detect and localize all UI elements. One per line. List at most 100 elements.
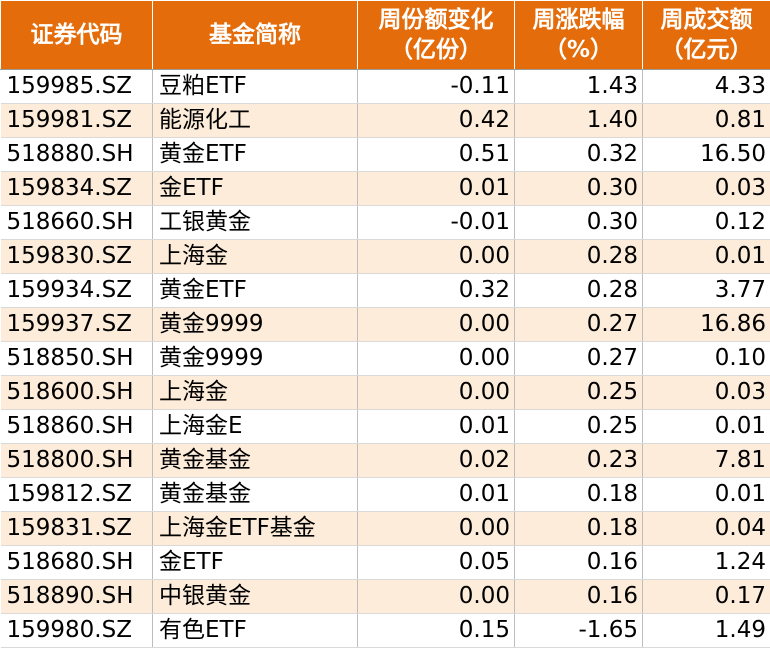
- cell-weekly-change: 0.30: [515, 206, 643, 240]
- cell-share-change: 0.01: [358, 172, 515, 206]
- table-row: 518660.SH工银黄金-0.010.300.12: [1, 206, 770, 240]
- cell-turnover: 3.77: [643, 274, 770, 308]
- cell-share-change: 0.02: [358, 444, 515, 478]
- cell-turnover: 16.86: [643, 308, 770, 342]
- cell-name: 豆粕ETF: [153, 70, 358, 104]
- cell-share-change: 0.00: [358, 308, 515, 342]
- cell-turnover: 0.03: [643, 376, 770, 410]
- cell-code: 159980.SZ: [1, 614, 153, 648]
- cell-share-change: 0.00: [358, 342, 515, 376]
- cell-share-change: -0.11: [358, 70, 515, 104]
- header-turnover: 周成交额 （亿元）: [643, 1, 770, 70]
- table-row: 518890.SH中银黄金0.000.160.17: [1, 580, 770, 614]
- cell-share-change: 0.32: [358, 274, 515, 308]
- cell-name: 上海金ETF基金: [153, 512, 358, 546]
- header-turnover-line2: （亿元）: [643, 35, 770, 65]
- table-row: 159981.SZ能源化工0.421.400.81: [1, 104, 770, 138]
- cell-name: 工银黄金: [153, 206, 358, 240]
- header-share-change-line2: （亿份）: [358, 35, 514, 65]
- cell-weekly-change: 1.43: [515, 70, 643, 104]
- header-row: 证券代码 基金简称 周份额变化 （亿份） 周涨跌幅 （%） 周成交额 （亿元）: [1, 1, 770, 70]
- cell-weekly-change: 0.25: [515, 410, 643, 444]
- cell-code: 159834.SZ: [1, 172, 153, 206]
- cell-weekly-change: 0.23: [515, 444, 643, 478]
- cell-code: 518680.SH: [1, 546, 153, 580]
- header-weekly-change-line2: （%）: [515, 35, 642, 65]
- cell-code: 159937.SZ: [1, 308, 153, 342]
- header-name: 基金简称: [153, 1, 358, 70]
- header-code: 证券代码: [1, 1, 153, 70]
- header-share-change-line1: 周份额变化: [358, 5, 514, 35]
- cell-name: 黄金9999: [153, 342, 358, 376]
- cell-name: 能源化工: [153, 104, 358, 138]
- cell-name: 黄金9999: [153, 308, 358, 342]
- cell-code: 518860.SH: [1, 410, 153, 444]
- cell-turnover: 1.24: [643, 546, 770, 580]
- cell-code: 518660.SH: [1, 206, 153, 240]
- cell-name: 黄金基金: [153, 444, 358, 478]
- header-weekly-change: 周涨跌幅 （%）: [515, 1, 643, 70]
- header-turnover-line1: 周成交额: [643, 5, 770, 35]
- cell-turnover: 0.12: [643, 206, 770, 240]
- cell-weekly-change: 0.27: [515, 308, 643, 342]
- cell-share-change: 0.05: [358, 546, 515, 580]
- cell-share-change: -0.01: [358, 206, 515, 240]
- cell-turnover: 16.50: [643, 138, 770, 172]
- table-row: 518600.SH上海金0.000.250.03: [1, 376, 770, 410]
- cell-share-change: 0.01: [358, 478, 515, 512]
- table-row: 518680.SH金ETF0.050.161.24: [1, 546, 770, 580]
- cell-turnover: 1.49: [643, 614, 770, 648]
- fund-table: 证券代码 基金简称 周份额变化 （亿份） 周涨跌幅 （%） 周成交额 （亿元） …: [0, 0, 770, 648]
- table-row: 159830.SZ上海金0.000.280.01: [1, 240, 770, 274]
- cell-turnover: 0.17: [643, 580, 770, 614]
- cell-code: 159830.SZ: [1, 240, 153, 274]
- cell-share-change: 0.00: [358, 512, 515, 546]
- table-row: 518880.SH黄金ETF0.510.3216.50: [1, 138, 770, 172]
- cell-share-change: 0.00: [358, 580, 515, 614]
- cell-weekly-change: 0.18: [515, 512, 643, 546]
- table-row: 518860.SH上海金E0.010.250.01: [1, 410, 770, 444]
- cell-weekly-change: 0.27: [515, 342, 643, 376]
- header-share-change: 周份额变化 （亿份）: [358, 1, 515, 70]
- cell-name: 黄金ETF: [153, 274, 358, 308]
- table-row: 159980.SZ有色ETF0.15-1.651.49: [1, 614, 770, 648]
- cell-name: 黄金基金: [153, 478, 358, 512]
- header-weekly-change-line1: 周涨跌幅: [515, 5, 642, 35]
- cell-share-change: 0.00: [358, 376, 515, 410]
- cell-turnover: 0.01: [643, 240, 770, 274]
- cell-code: 159831.SZ: [1, 512, 153, 546]
- cell-code: 518800.SH: [1, 444, 153, 478]
- cell-share-change: 0.00: [358, 240, 515, 274]
- table-body: 159985.SZ豆粕ETF-0.111.434.33159981.SZ能源化工…: [1, 70, 770, 648]
- cell-share-change: 0.15: [358, 614, 515, 648]
- cell-name: 黄金ETF: [153, 138, 358, 172]
- cell-name: 上海金: [153, 376, 358, 410]
- table-row: 159985.SZ豆粕ETF-0.111.434.33: [1, 70, 770, 104]
- cell-turnover: 0.03: [643, 172, 770, 206]
- header-name-label: 基金简称: [209, 22, 301, 48]
- cell-code: 159934.SZ: [1, 274, 153, 308]
- cell-turnover: 0.81: [643, 104, 770, 138]
- cell-weekly-change: 0.32: [515, 138, 643, 172]
- cell-code: 518850.SH: [1, 342, 153, 376]
- cell-share-change: 0.51: [358, 138, 515, 172]
- cell-turnover: 7.81: [643, 444, 770, 478]
- cell-name: 金ETF: [153, 172, 358, 206]
- cell-code: 518880.SH: [1, 138, 153, 172]
- cell-code: 159812.SZ: [1, 478, 153, 512]
- table-row: 518800.SH黄金基金0.020.237.81: [1, 444, 770, 478]
- cell-name: 金ETF: [153, 546, 358, 580]
- cell-code: 518600.SH: [1, 376, 153, 410]
- table-header: 证券代码 基金简称 周份额变化 （亿份） 周涨跌幅 （%） 周成交额 （亿元）: [1, 1, 770, 70]
- cell-code: 518890.SH: [1, 580, 153, 614]
- cell-turnover: 0.01: [643, 478, 770, 512]
- cell-share-change: 0.42: [358, 104, 515, 138]
- cell-turnover: 0.10: [643, 342, 770, 376]
- cell-name: 上海金E: [153, 410, 358, 444]
- cell-share-change: 0.01: [358, 410, 515, 444]
- table-row: 159937.SZ黄金99990.000.2716.86: [1, 308, 770, 342]
- cell-turnover: 0.01: [643, 410, 770, 444]
- cell-weekly-change: 0.16: [515, 546, 643, 580]
- cell-name: 有色ETF: [153, 614, 358, 648]
- cell-code: 159981.SZ: [1, 104, 153, 138]
